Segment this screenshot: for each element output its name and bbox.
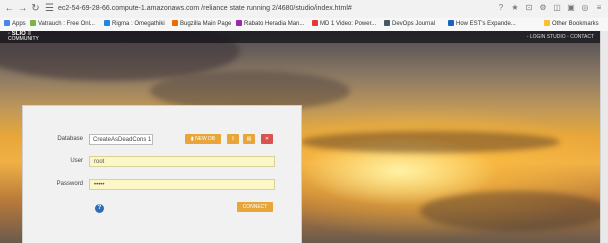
browser-window: ← → ↻ ☰ ec2-54-69-28-66.compute-1.amazon…	[0, 0, 608, 243]
database-select[interactable]: CreateAsDeadCons 1	[89, 134, 153, 145]
app-header: ◦ SLIO ≡ COMMUNITY ◦ LOGIN STUDIO ◦ CONT…	[0, 31, 600, 43]
extension-icon-3[interactable]: ⚙	[538, 3, 548, 13]
login-panel: Database CreateAsDeadCons 1 ▮ NEW DB ⇪ ▤…	[22, 105, 302, 243]
help-icon[interactable]: ?	[95, 204, 104, 213]
bookmark-icon	[104, 20, 110, 26]
site-info-icon[interactable]: ☰	[44, 3, 55, 14]
extension-icon-2[interactable]: ⊡	[524, 3, 534, 13]
bookmark-item[interactable]: Rigma : Omegathiki	[104, 20, 165, 29]
url-text[interactable]: ec2-54-69-28-66.compute-1.amazonaws.com …	[58, 3, 438, 15]
import-icon[interactable]: ⇪	[227, 134, 239, 144]
header-links[interactable]: ◦ LOGIN STUDIO ◦ CONTACT	[527, 34, 594, 40]
bookmark-icon	[4, 20, 10, 26]
address-bar: ← → ↻ ☰ ec2-54-69-28-66.compute-1.amazon…	[0, 0, 608, 19]
connect-button[interactable]: CONNECT	[237, 202, 273, 212]
username-label: User	[70, 158, 83, 164]
bookmark-icon	[172, 20, 178, 26]
bookmark-item[interactable]: Vatrauch : Free Onl...	[30, 20, 95, 29]
delete-icon[interactable]: ✕	[261, 134, 273, 144]
bookmark-item[interactable]: DevOps Journal	[384, 20, 435, 29]
export-icon[interactable]: ▤	[243, 134, 255, 144]
bookmark-icon	[30, 20, 36, 26]
bookmark-item[interactable]: Bugzilla Main Page	[172, 20, 231, 29]
database-label: Database	[57, 136, 83, 142]
bookmark-item[interactable]: Rabato Heradia Man...	[236, 20, 304, 29]
forward-icon[interactable]: →	[17, 3, 28, 14]
bookmark-star-icon[interactable]: ★	[510, 3, 520, 13]
background-cloud	[300, 131, 560, 153]
bookmark-apps[interactable]: Apps	[4, 20, 26, 29]
password-label: Password	[56, 181, 83, 187]
extension-icon[interactable]: ?	[496, 3, 506, 13]
bookmark-item[interactable]: How EST's Expande...	[448, 20, 516, 29]
extension-icon-4[interactable]: ◫	[552, 3, 562, 13]
bookmark-icon	[384, 20, 390, 26]
bookmark-icon	[236, 20, 242, 26]
extension-icon-5[interactable]: ▣	[566, 3, 576, 13]
bookmark-other[interactable]: Other Bookmarks	[544, 20, 599, 29]
app-logo[interactable]: ◦ SLIO ≡ COMMUNITY	[8, 31, 39, 42]
bookmark-icon	[312, 20, 318, 26]
bookmarks-bar: Apps Vatrauch : Free Onl... Rigma : Omeg…	[0, 18, 608, 32]
reload-icon[interactable]: ↻	[30, 3, 41, 14]
back-icon[interactable]: ←	[4, 3, 15, 14]
bookmark-item[interactable]: MD 1 Video: Power...	[312, 20, 376, 29]
background-cloud	[420, 191, 600, 231]
bookmark-icon	[448, 20, 454, 26]
menu-icon[interactable]: ≡	[594, 3, 604, 13]
new-db-button[interactable]: ▮ NEW DB	[185, 134, 221, 144]
scrollbar[interactable]	[600, 31, 608, 243]
app-viewport: ◦ SLIO ≡ COMMUNITY ◦ LOGIN STUDIO ◦ CONT…	[0, 31, 600, 243]
password-input[interactable]: •••••	[89, 179, 275, 190]
username-input[interactable]: root	[89, 156, 275, 167]
extension-icon-6[interactable]: ◎	[580, 3, 590, 13]
folder-icon	[544, 20, 550, 26]
